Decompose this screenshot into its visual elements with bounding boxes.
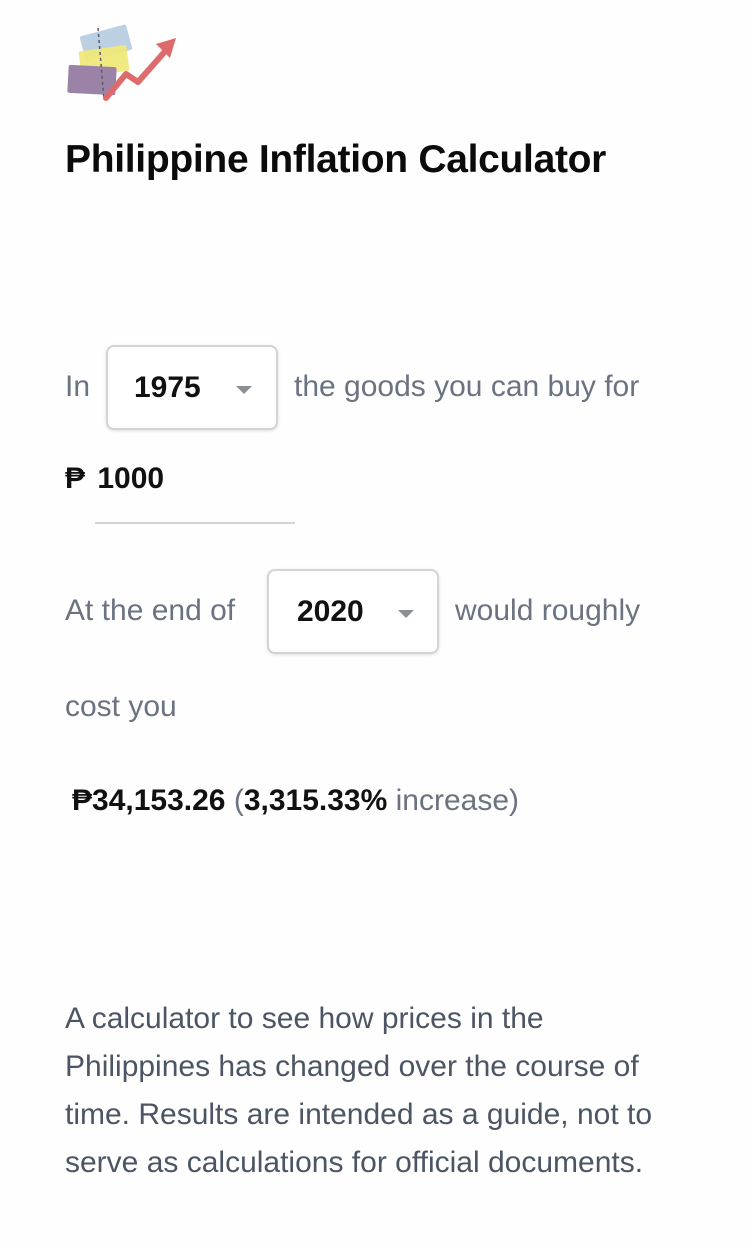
peso-sign: ₱ xyxy=(65,462,86,495)
start-year-select[interactable]: 1975 xyxy=(106,345,278,430)
chevron-down-icon xyxy=(236,386,252,394)
result-suffix: increase) xyxy=(395,784,520,817)
result-amount: ₱34,153.26 xyxy=(72,784,226,817)
inflation-chart-icon xyxy=(67,24,176,101)
start-year-value: 1975 xyxy=(134,371,201,404)
end-year-select[interactable]: 2020 xyxy=(267,569,439,654)
amount-underline xyxy=(95,522,295,524)
page-title: Philippine Inflation Calculator xyxy=(65,138,607,181)
cost-text: cost you xyxy=(65,690,177,723)
sentence-middle: the goods you can buy for xyxy=(294,370,640,403)
amount-field[interactable]: ₱ 1000 xyxy=(65,462,164,496)
end-prefix: At the end of xyxy=(65,594,236,627)
sentence-prefix: In xyxy=(65,370,91,403)
chevron-down-icon xyxy=(398,610,414,618)
result-line: ₱34,153.26 (3,315.33% increase) xyxy=(72,784,519,818)
end-suffix: would roughly xyxy=(455,594,641,627)
result-open-paren: ( xyxy=(233,784,244,817)
description: A calculator to see how prices in the Ph… xyxy=(65,1002,653,1179)
amount-input[interactable]: 1000 xyxy=(97,462,164,495)
result-percent: 3,315.33% xyxy=(243,784,388,817)
end-year-value: 2020 xyxy=(297,595,364,628)
